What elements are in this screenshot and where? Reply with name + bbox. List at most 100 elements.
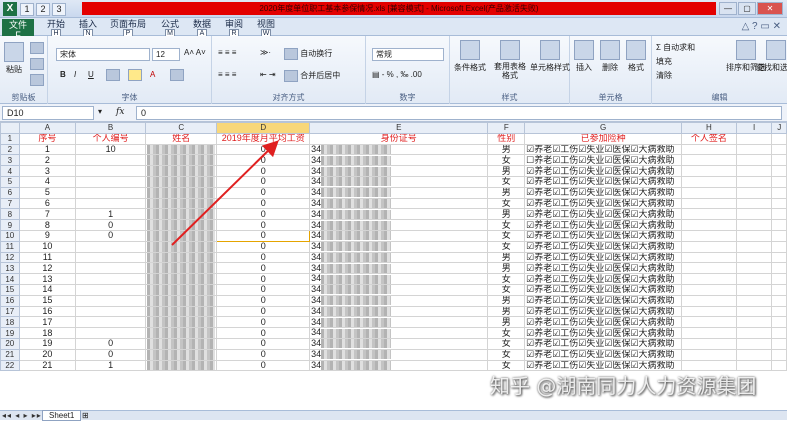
tab-formulas[interactable]: 公式 M (156, 19, 184, 38)
cell-id-number[interactable]: 34 (309, 143, 489, 156)
row-header[interactable]: 15 (0, 283, 20, 296)
cell-name[interactable] (144, 316, 218, 329)
cell-name[interactable] (144, 197, 218, 210)
paste-button[interactable]: 粘贴 (4, 42, 24, 75)
row-header[interactable]: 4 (0, 165, 20, 177)
cell-i[interactable] (735, 348, 773, 361)
insert-cells-button[interactable]: 插入 (574, 40, 594, 73)
cell-person-id[interactable] (75, 175, 146, 188)
cell-sex[interactable]: 女 (487, 197, 526, 210)
cell-person-id[interactable]: 1 (75, 208, 146, 221)
column-header-g[interactable]: G (524, 122, 683, 134)
format-cells-button[interactable]: 格式 (626, 40, 646, 73)
cell-name[interactable] (144, 327, 218, 339)
new-sheet-icon[interactable]: ⊞ (82, 411, 89, 420)
cell-person-id[interactable] (75, 283, 146, 296)
cell-person-id[interactable] (75, 327, 146, 339)
tab-view[interactable]: 视图 W (252, 19, 280, 38)
column-header-i[interactable]: I (735, 122, 773, 134)
phonetic-icon[interactable] (170, 69, 184, 81)
cell-insurance[interactable]: ☑养老☑工伤☑失业☑医保☑大病救助 (524, 251, 683, 264)
row-header[interactable]: 12 (0, 251, 20, 264)
cell-name[interactable] (144, 251, 218, 264)
cell-i[interactable] (735, 165, 773, 177)
cell-sex[interactable]: 女 (487, 327, 526, 339)
row-header[interactable]: 17 (0, 305, 20, 318)
cell-seq[interactable]: 1 (18, 143, 77, 156)
cell-wage[interactable]: 0 (216, 240, 311, 253)
cell-seq[interactable]: 19 (18, 337, 77, 350)
cell-j[interactable] (771, 175, 787, 188)
fill-color-icon[interactable] (128, 69, 142, 81)
cell-insurance[interactable]: ☑养老☑工伤☑失业☑医保☑大病救助 (524, 273, 683, 285)
cell-id-number[interactable]: 34 (309, 251, 489, 264)
cell-wage[interactable]: 0 (216, 316, 311, 329)
cell-wage[interactable]: 0 (216, 197, 311, 210)
cell-wage[interactable]: 0 (216, 229, 311, 242)
orientation-icon[interactable]: ≫· (260, 48, 271, 57)
cell-wage[interactable]: 0 (216, 262, 311, 275)
cell-sex[interactable]: 女 (487, 219, 526, 231)
cell-seq[interactable]: 7 (18, 208, 77, 221)
cell-signature[interactable] (681, 240, 737, 253)
cell-person-id[interactable] (75, 262, 146, 275)
cell-insurance[interactable]: ☑养老☑工伤☑失业☑医保☑大病救助 (524, 262, 683, 275)
cell-sex[interactable]: 男 (487, 305, 526, 318)
cell-j[interactable] (771, 165, 787, 177)
cell-signature[interactable] (681, 294, 737, 307)
cell-j[interactable] (771, 348, 787, 361)
cell-sex[interactable]: 男 (487, 186, 526, 199)
header-cell-signature[interactable]: 个人签名 (681, 132, 737, 145)
cell-j[interactable] (771, 229, 787, 242)
tab-home[interactable]: 开始 H (42, 19, 70, 38)
wrap-text-button[interactable]: 自动换行 (284, 48, 332, 60)
quick-access-undo-button[interactable]: 2 (36, 3, 50, 16)
cell-id-number[interactable]: 34 (309, 229, 489, 242)
cell-person-id[interactable] (75, 273, 146, 285)
cell-wage[interactable]: 0 (216, 283, 311, 296)
cell-id-number[interactable]: 34 (309, 208, 489, 221)
excel-app-icon[interactable]: X (3, 2, 17, 16)
cell-sex[interactable]: 男 (487, 208, 526, 221)
cell-seq[interactable]: 11 (18, 251, 77, 264)
cell-j[interactable] (771, 208, 787, 221)
row-header[interactable]: 10 (0, 229, 20, 242)
cell-signature[interactable] (681, 251, 737, 264)
cell-insurance[interactable]: ☑养老☑工伤☑失业☑医保☑大病救助 (524, 175, 683, 188)
cell-name[interactable] (144, 229, 218, 242)
cell-j[interactable] (771, 262, 787, 275)
cell-i[interactable] (735, 240, 773, 253)
cell-j[interactable] (771, 316, 787, 329)
cell-i[interactable] (735, 229, 773, 242)
row-header[interactable]: 16 (0, 294, 20, 307)
header-cell-person-id[interactable]: 个人编号 (75, 132, 146, 145)
copy-icon[interactable] (30, 58, 44, 70)
cell-person-id[interactable] (75, 240, 146, 253)
cell-i[interactable] (735, 186, 773, 199)
cell-sex[interactable]: 女 (487, 154, 526, 167)
cell-id-number[interactable]: 34 (309, 186, 489, 199)
header-cell-wage[interactable]: 2019年度月平均工资 (216, 132, 311, 145)
cell-i[interactable] (735, 305, 773, 318)
cell-sex[interactable]: 男 (487, 143, 526, 156)
cell-name[interactable] (144, 175, 218, 188)
cell-j[interactable] (771, 305, 787, 318)
cell-insurance[interactable]: ☑养老☑工伤☑失业☑医保☑大病救助 (524, 165, 683, 177)
row-header[interactable]: 7 (0, 197, 20, 210)
cell-j[interactable] (771, 143, 787, 156)
cell-person-id[interactable]: 0 (75, 348, 146, 361)
row-header[interactable]: 5 (0, 175, 20, 188)
cell-id-number[interactable]: 34 (309, 262, 489, 275)
cell-person-id[interactable] (75, 154, 146, 167)
column-header-a[interactable]: A (18, 122, 77, 134)
cell-seq[interactable]: 15 (18, 294, 77, 307)
cell-sex[interactable]: 女 (487, 240, 526, 253)
cell-person-id[interactable] (75, 197, 146, 210)
column-header-h[interactable]: H (681, 122, 737, 134)
cell-sex[interactable]: 女 (487, 229, 526, 242)
cell-name[interactable] (144, 283, 218, 296)
clear-button[interactable]: 清除 (656, 70, 672, 81)
row-header[interactable]: 18 (0, 316, 20, 329)
cell-id-number[interactable]: 34 (309, 283, 489, 296)
cell-seq[interactable]: 10 (18, 240, 77, 253)
